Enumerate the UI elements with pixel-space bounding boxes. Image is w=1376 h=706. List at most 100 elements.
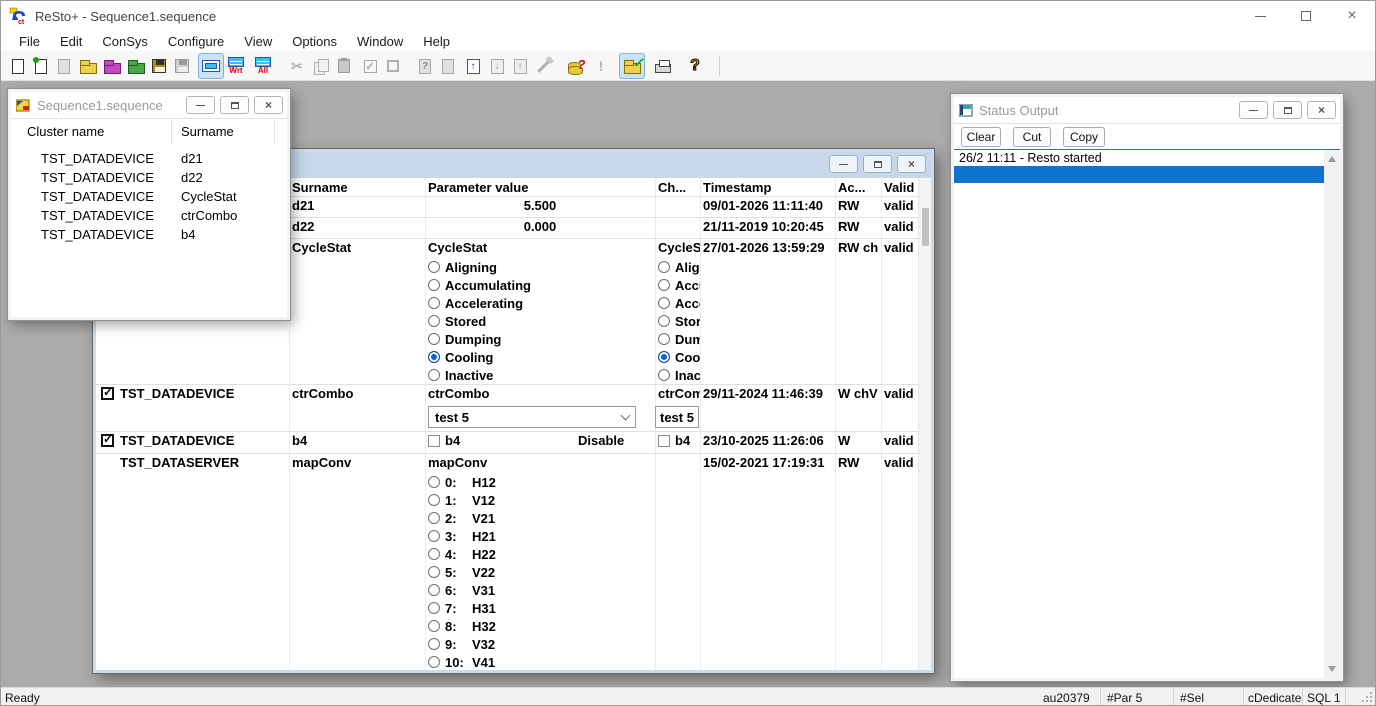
- cut-button[interactable]: ✂: [284, 53, 310, 79]
- header-surname[interactable]: Surname: [289, 178, 425, 197]
- scroll-down-icon[interactable]: [1328, 666, 1336, 672]
- list-item[interactable]: TST_DATADEVICE CycleStat: [11, 187, 287, 206]
- radio-option[interactable]: Dumping: [658, 330, 697, 348]
- copy-button[interactable]: Copy: [1063, 127, 1105, 147]
- header-parameter-value[interactable]: Parameter value: [425, 178, 655, 197]
- upload-button[interactable]: ↑: [460, 53, 486, 79]
- menu-configure[interactable]: Configure: [158, 34, 234, 49]
- radio-option[interactable]: Inactive: [428, 366, 652, 384]
- write-view-button[interactable]: Wrt: [223, 53, 249, 79]
- radio-option[interactable]: 9:V32: [428, 635, 652, 653]
- cut-button[interactable]: Cut: [1013, 127, 1051, 147]
- param-restore-button[interactable]: [863, 155, 892, 173]
- table-row[interactable]: TST_DATASERVER mapConv mapConv 0:H121:V1…: [96, 453, 918, 670]
- radio-option[interactable]: Inactive: [658, 366, 697, 384]
- paste-button[interactable]: [331, 53, 357, 79]
- radio-option[interactable]: 2:V21: [428, 509, 652, 527]
- radio-option[interactable]: 6:V31: [428, 581, 652, 599]
- menu-options[interactable]: Options: [282, 34, 347, 49]
- status-output-title: Status Output: [979, 103, 1059, 118]
- radio-option[interactable]: Stored: [658, 312, 697, 330]
- radio-option[interactable]: Dumping: [428, 330, 652, 348]
- radio-option[interactable]: 3:H21: [428, 527, 652, 545]
- open-folder-magenta-button[interactable]: [99, 53, 125, 79]
- radio-option[interactable]: 1:V12: [428, 491, 652, 509]
- value-checkbox-unchecked[interactable]: [428, 435, 440, 447]
- help-button[interactable]: ?: [682, 53, 708, 79]
- status-minimize-button[interactable]: [1239, 101, 1268, 119]
- radio-option[interactable]: Cooling: [428, 348, 652, 366]
- list-item[interactable]: TST_DATADEVICE d21: [11, 149, 287, 168]
- resize-grip-icon[interactable]: [1370, 700, 1372, 702]
- param-minimize-button[interactable]: [829, 155, 858, 173]
- app-minimize-button[interactable]: [1237, 1, 1283, 31]
- save-disabled-button[interactable]: [169, 53, 195, 79]
- radio-option[interactable]: Accelerating: [658, 294, 697, 312]
- stop-button[interactable]: [380, 53, 406, 79]
- header-surname[interactable]: Surname: [181, 124, 234, 139]
- seq-restore-button[interactable]: [220, 96, 249, 114]
- status-output-list[interactable]: 26/2 11:11 - Resto started: [954, 150, 1340, 678]
- radio-option[interactable]: 7:H31: [428, 599, 652, 617]
- radio-option[interactable]: Stored: [428, 312, 652, 330]
- value-checkbox-unchecked[interactable]: [658, 435, 670, 447]
- list-item[interactable]: TST_DATADEVICE b4: [11, 225, 287, 244]
- log-line[interactable]: 26/2 11:11 - Resto started: [959, 151, 1102, 165]
- row-checkbox-checked[interactable]: [101, 434, 114, 447]
- radio-option[interactable]: 8:H32: [428, 617, 652, 635]
- app-close-button[interactable]: ×: [1329, 1, 1375, 31]
- radio-option[interactable]: 0:H12: [428, 473, 652, 491]
- radio-option[interactable]: Accumulating: [428, 276, 652, 294]
- alert-button[interactable]: !: [588, 53, 614, 79]
- table-row[interactable]: TST_DATADEVICE b4 b4 Disable b4 23/10-20…: [96, 431, 918, 453]
- list-item[interactable]: TST_DATADEVICE d22: [11, 168, 287, 187]
- page-blank-button[interactable]: [435, 53, 461, 79]
- radio-option[interactable]: Aligning: [428, 258, 652, 276]
- radio-option[interactable]: 5:V22: [428, 563, 652, 581]
- status-output-titlebar[interactable]: Status Output ×: [954, 97, 1340, 124]
- radio-label: Cooling: [445, 350, 493, 365]
- menu-help[interactable]: Help: [413, 34, 460, 49]
- seq-minimize-button[interactable]: [186, 96, 215, 114]
- table-row[interactable]: TST_DATADEVICE ctrCombo ctrCombo test 5 …: [96, 384, 918, 431]
- vertical-scrollbar[interactable]: [918, 178, 931, 670]
- clear-button[interactable]: Clear: [961, 127, 1001, 147]
- print-button[interactable]: [650, 53, 676, 79]
- menu-consys[interactable]: ConSys: [92, 34, 158, 49]
- radio-option[interactable]: 4:H22: [428, 545, 652, 563]
- list-item[interactable]: TST_DATADEVICE ctrCombo: [11, 206, 287, 225]
- scrollbar-thumb[interactable]: [922, 208, 929, 246]
- menu-edit[interactable]: Edit: [50, 34, 92, 49]
- header-valid[interactable]: Valid: [881, 178, 918, 197]
- selected-log-row[interactable]: [954, 166, 1324, 183]
- open-folder-yellow-button[interactable]: [75, 53, 101, 79]
- menu-file[interactable]: File: [9, 34, 50, 49]
- status-scrollbar[interactable]: [1324, 150, 1340, 678]
- status-close-button[interactable]: ×: [1307, 101, 1336, 119]
- header-timestamp[interactable]: Timestamp: [700, 178, 835, 197]
- header-ch[interactable]: Ch...: [655, 178, 700, 197]
- load-folder-button[interactable]: ✓: [619, 53, 645, 79]
- param-close-button[interactable]: ×: [897, 155, 926, 173]
- app-maximize-button[interactable]: [1283, 1, 1329, 31]
- scroll-up-icon[interactable]: [1328, 156, 1336, 162]
- header-cluster-name[interactable]: Cluster name: [27, 124, 104, 139]
- radio-option[interactable]: Accumulating: [658, 276, 697, 294]
- menu-view[interactable]: View: [234, 34, 282, 49]
- database-query-button[interactable]: ?: [561, 53, 587, 79]
- radio-option[interactable]: Cooling: [658, 348, 697, 366]
- new-disabled-button[interactable]: [51, 53, 77, 79]
- sequence-window-titlebar[interactable]: Sequence1.sequence ×: [11, 92, 287, 119]
- status-restore-button[interactable]: [1273, 101, 1302, 119]
- sweep-button[interactable]: [530, 53, 556, 79]
- radio-option[interactable]: Accelerating: [428, 294, 652, 312]
- header-access[interactable]: Ac...: [835, 178, 881, 197]
- row-checkbox-checked[interactable]: [101, 387, 114, 400]
- menu-window[interactable]: Window: [347, 34, 413, 49]
- combo-box[interactable]: test 5: [428, 406, 636, 428]
- single-view-button[interactable]: [198, 53, 224, 79]
- radio-option[interactable]: Aligning: [658, 258, 697, 276]
- radio-option[interactable]: 10:V41: [428, 653, 652, 670]
- all-view-button[interactable]: All: [250, 53, 276, 79]
- seq-close-button[interactable]: ×: [254, 96, 283, 114]
